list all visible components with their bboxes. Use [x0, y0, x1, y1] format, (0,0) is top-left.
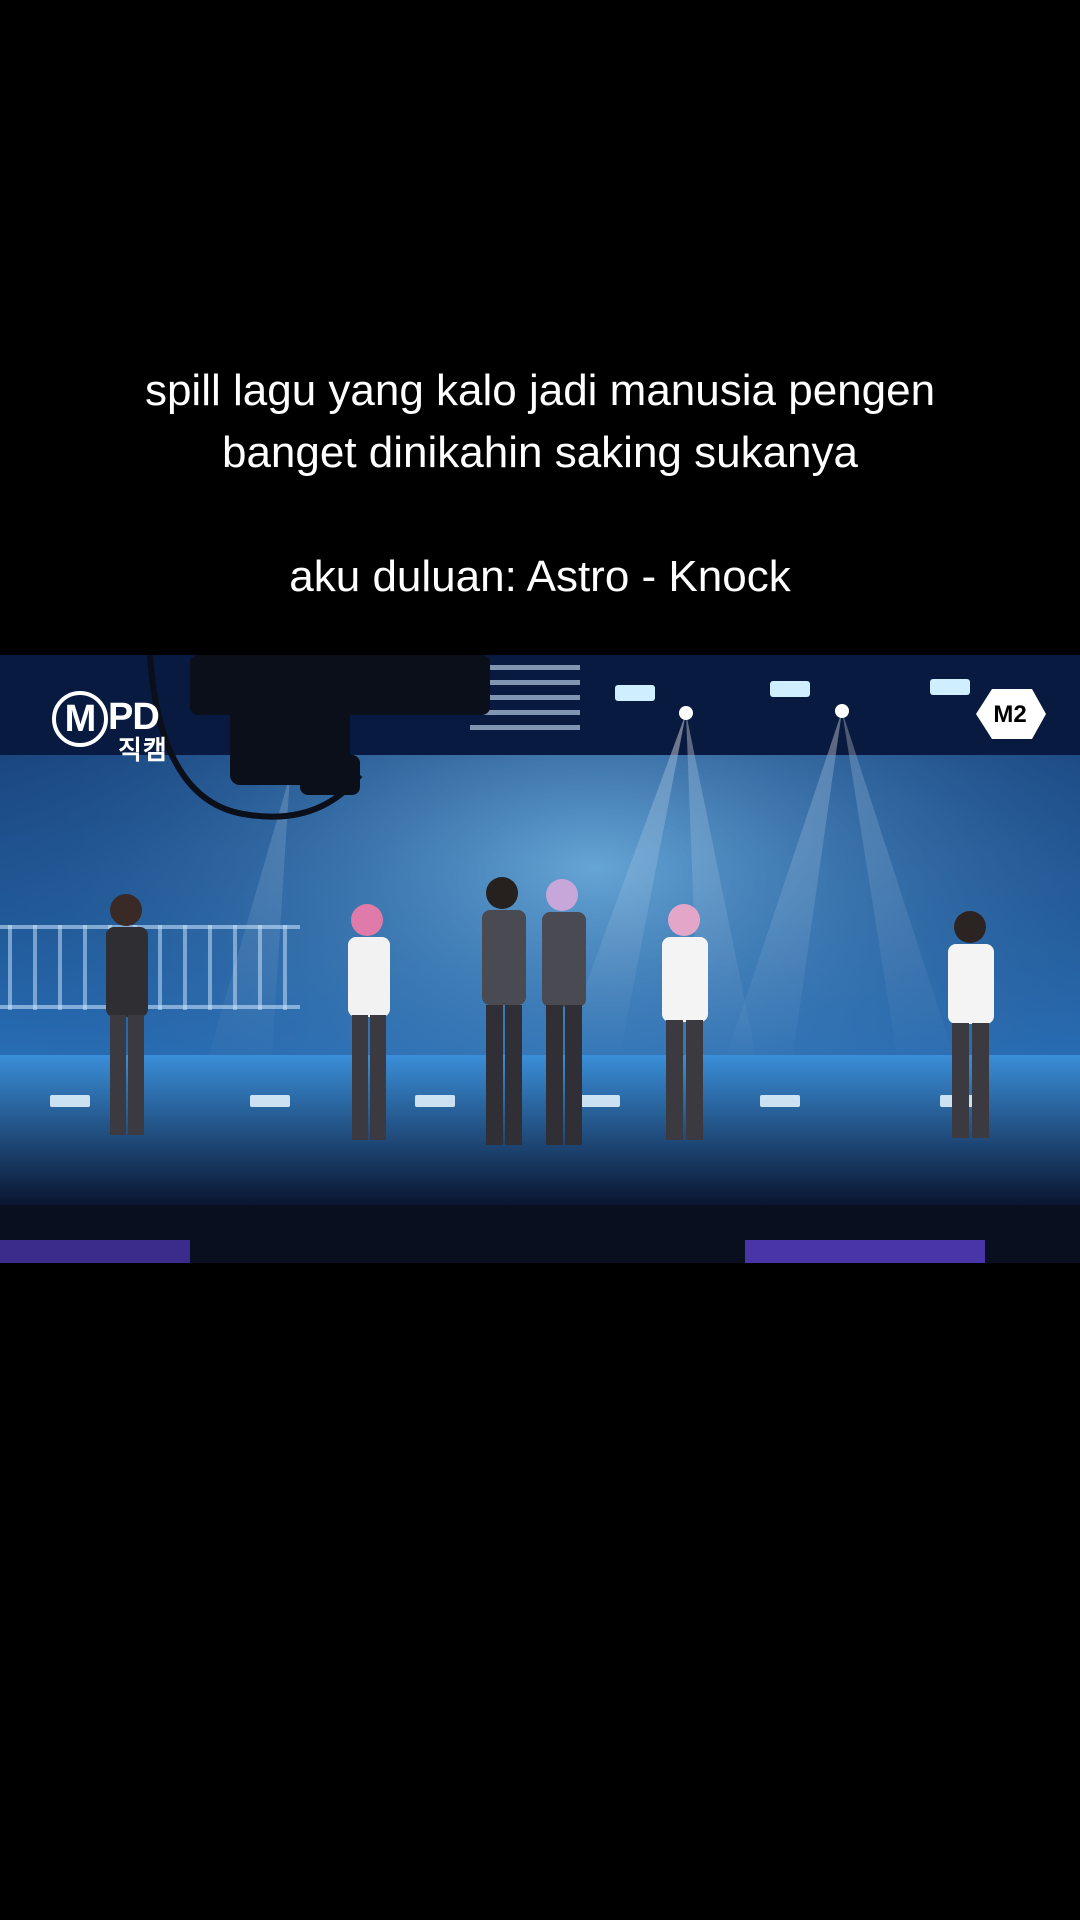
tiktok-screen: spill lagu yang kalo jadi manusia pengen…: [0, 0, 1080, 1920]
post-caption: spill lagu yang kalo jadi manusia pengen…: [40, 360, 1040, 608]
caption-line-1: spill lagu yang kalo jadi manusia pengen: [144, 366, 936, 415]
video-frame[interactable]: M PD 직캠 M2: [0, 655, 1080, 1263]
m2-logo: M2: [976, 689, 1046, 739]
caption-line-3: aku duluan: Astro - Knock: [289, 552, 791, 601]
caption-line-2: banget dinikahin saking sukanya: [221, 428, 858, 477]
mpd-fancam-logo: M PD 직캠: [52, 691, 168, 763]
svg-text:M2: M2: [993, 701, 1026, 728]
